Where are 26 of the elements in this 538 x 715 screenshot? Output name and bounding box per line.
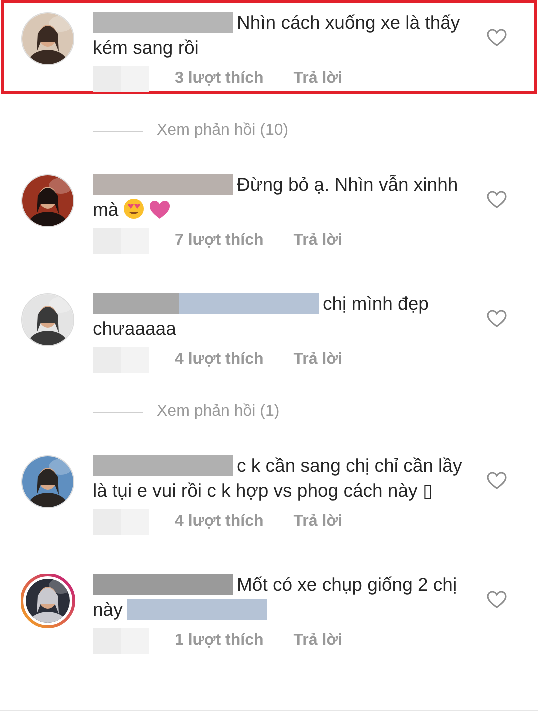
avatar[interactable] [21, 574, 75, 628]
heart-icon[interactable] [487, 472, 507, 490]
likes-link[interactable]: 7 lượt thích [175, 232, 264, 250]
reply-link[interactable]: Trả lời [294, 232, 342, 250]
comment-text: Mốt có xe chụp giống 2 chị này [93, 573, 458, 622]
heart-eyes-emoji-icon [124, 199, 144, 219]
view-replies-link[interactable]: Xem phản hồi (10) [157, 122, 289, 140]
view-replies-link[interactable]: Xem phản hồi (1) [157, 403, 280, 421]
reply-link[interactable]: Trả lời [294, 632, 342, 650]
comment-text: Đừng bỏ ạ. Nhìn vẫn xinhh mà [93, 173, 460, 222]
heart-icon[interactable] [487, 591, 507, 609]
likes-link[interactable]: 3 lượt thích [175, 70, 264, 88]
reply-link[interactable]: Trả lời [294, 351, 342, 369]
comment-text: c k cần sang chị chỉ cần lầy là tụi e vui rồi c k hợp vs phog cách này ▯ [93, 454, 463, 503]
likes-link[interactable]: 4 lượt thích [175, 513, 264, 531]
likes-link[interactable]: 1 lượt thích [175, 632, 264, 650]
reply-link[interactable]: Trả lời [294, 70, 342, 88]
likes-link[interactable]: 4 lượt thích [175, 351, 264, 369]
reply-link[interactable]: Trả lời [294, 513, 342, 531]
heart-icon[interactable] [487, 29, 507, 47]
comment-text: Nhìn cách xuống xe là thấy kém sang rồi [93, 11, 462, 60]
heart-emoji-icon [150, 201, 170, 219]
redaction-block [93, 66, 149, 92]
comment-text: chị mình đẹp chưaaaaa [93, 292, 430, 341]
heart-icon[interactable] [487, 310, 507, 328]
heart-icon[interactable] [487, 191, 507, 209]
